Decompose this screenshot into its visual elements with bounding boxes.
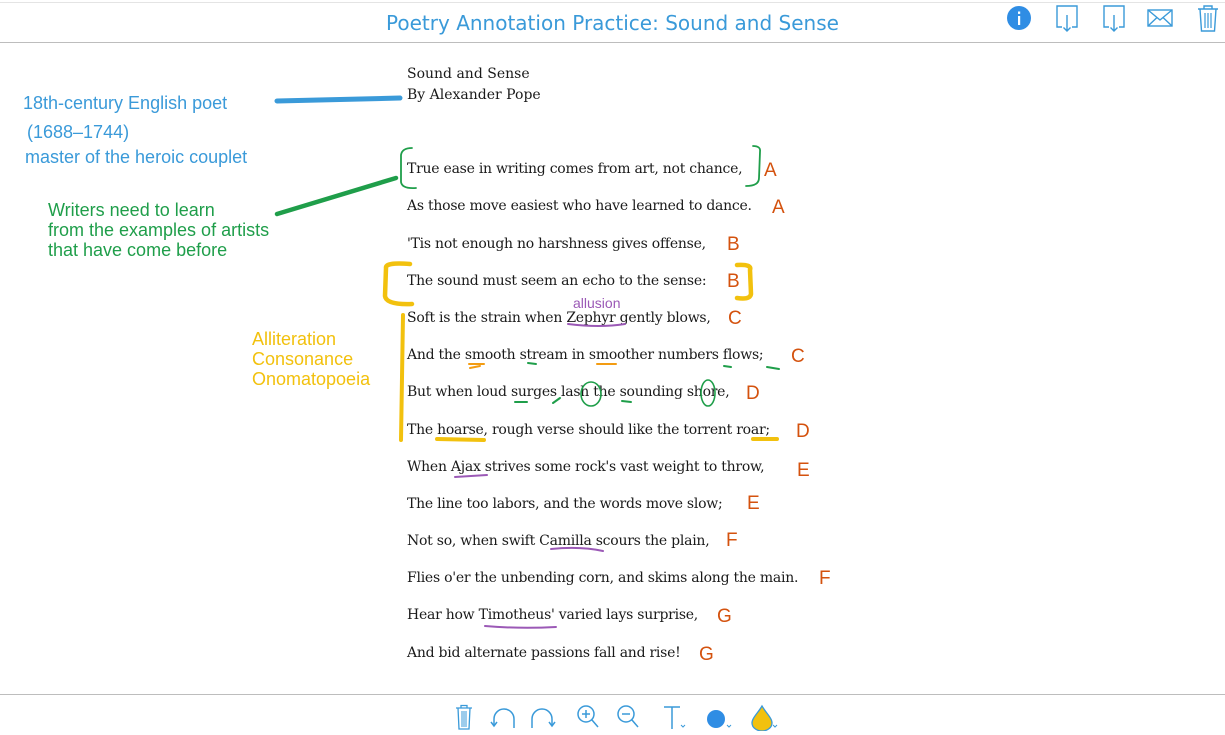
purple-underline-ajax (454, 474, 488, 478)
green-mark (621, 400, 632, 403)
zoom-out-button[interactable] (613, 703, 643, 731)
page-title: Poetry Annotation Practice: Sound and Se… (386, 11, 839, 35)
poem-author: By Alexander Pope (407, 87, 541, 103)
yellow-vertical-stroke (399, 313, 405, 442)
poem-line: Soft is the strain when Zephyr gently bl… (407, 310, 711, 326)
header-bar: Poetry Annotation Practice: Sound and Se… (0, 3, 1225, 43)
theme-note-line: that have come before (48, 240, 228, 260)
poem-line: Hear how Timotheus' varied lays surprise… (407, 607, 698, 623)
poem-line: True ease in writing comes from art, not… (407, 161, 743, 177)
info-icon (1007, 6, 1031, 30)
blue-connector-stroke (274, 95, 403, 104)
green-connector-stroke (274, 175, 399, 217)
redo-button[interactable] (528, 703, 558, 731)
text-tool-icon (664, 706, 686, 729)
green-mark (527, 362, 537, 365)
author-note-line: (1688–1744) (27, 122, 130, 142)
email-button[interactable] (1146, 3, 1174, 33)
info-button[interactable] (1005, 3, 1033, 33)
rhyme-label: A (764, 160, 777, 181)
rhyme-label: D (746, 383, 760, 404)
poem-line: But when loud surges lash the sounding s… (407, 384, 730, 400)
redo-icon (531, 708, 556, 728)
undo-button[interactable] (490, 703, 520, 731)
download-icon (1056, 5, 1078, 32)
trash-icon (456, 704, 472, 730)
export-icon (1103, 5, 1125, 32)
green-mark (723, 365, 732, 368)
trash-icon (1198, 5, 1218, 32)
author-note-line: master of the heroic couplet (25, 147, 248, 167)
orange-mark (468, 363, 485, 369)
poem-line: The sound must seem an echo to the sense… (407, 273, 707, 289)
poem-line: The hoarse, rough verse should like the … (407, 422, 770, 438)
rhyme-label: E (747, 493, 760, 514)
zoom-out-icon (617, 705, 639, 728)
undo-icon (490, 708, 515, 728)
poem-line: And the smooth stream in smoother number… (407, 347, 764, 363)
rhyme-label: C (728, 308, 742, 329)
poem-line: Flies o'er the unbending corn, and skims… (407, 570, 799, 586)
green-bracket-right (745, 145, 762, 187)
highlighter-button[interactable] (748, 703, 778, 732)
rhyme-label: E (797, 460, 810, 481)
export-button[interactable] (1100, 3, 1128, 33)
poem-title: Sound and Sense (407, 66, 530, 82)
poem-line: When Ajax strives some rock's vast weigh… (407, 459, 765, 475)
rhyme-label: D (796, 421, 810, 442)
devices-note-line: Consonance (252, 349, 354, 369)
color-picker-icon (707, 710, 732, 728)
poem-line: The line too labors, and the words move … (407, 496, 723, 512)
zoom-in-button[interactable] (573, 703, 603, 731)
rhyme-label: B (727, 234, 740, 255)
bottom-toolbar (0, 694, 1225, 735)
allusion-label: allusion (573, 295, 621, 311)
rhyme-label: F (726, 530, 738, 551)
theme-note-line: Writers need to learn (48, 200, 215, 220)
theme-note-line: from the examples of artists (48, 220, 270, 240)
purple-underline-timotheus (484, 625, 557, 629)
green-mark (766, 366, 780, 370)
rhyme-label: B (727, 271, 740, 292)
rhyme-label: C (791, 346, 805, 367)
devices-note-line: Alliteration (252, 329, 337, 349)
poem-line: Not so, when swift Camilla scours the pl… (407, 533, 710, 549)
author-note-line: 18th-century English poet (23, 93, 228, 113)
text-tool-button[interactable] (660, 703, 690, 731)
rhyme-label: A (772, 197, 785, 218)
rhyme-label: F (819, 568, 831, 589)
clear-button[interactable] (449, 703, 479, 731)
poem-line: As those move easiest who have learned t… (407, 198, 752, 214)
zoom-in-icon (577, 705, 599, 728)
color-picker-button[interactable] (703, 703, 733, 731)
rhyme-label: G (717, 606, 732, 627)
poem-line: 'Tis not enough no harshness gives offen… (407, 236, 706, 252)
download-button[interactable] (1053, 3, 1081, 33)
devices-note-line: Onomatopoeia (252, 369, 371, 389)
poem-line: And bid alternate passions fall and rise… (407, 645, 681, 661)
rhyme-label: G (699, 644, 714, 665)
yellow-underline-hoarse (435, 437, 486, 442)
highlighter-icon (751, 704, 778, 732)
delete-document-button[interactable] (1194, 3, 1222, 33)
mail-icon (1147, 9, 1173, 27)
